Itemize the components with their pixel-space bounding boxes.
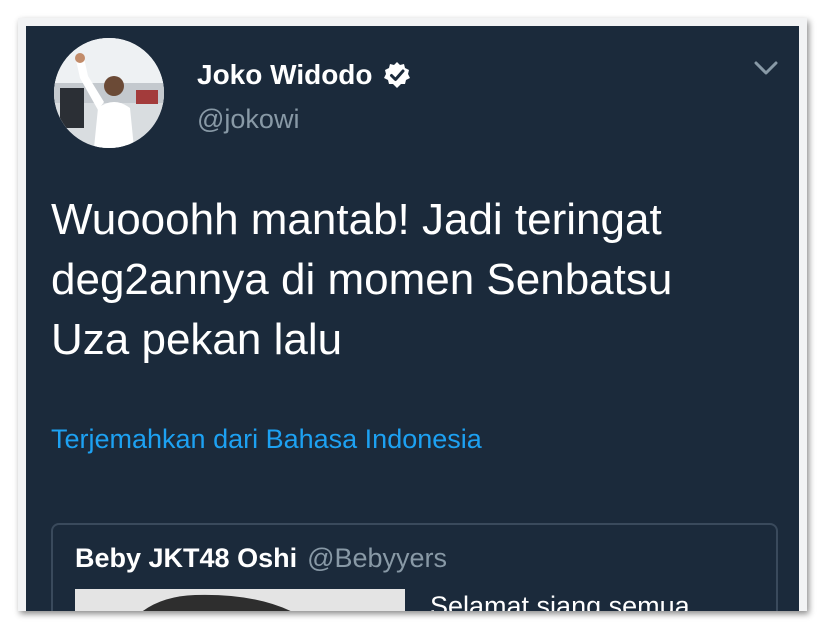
quoted-tweet-image[interactable] [75,589,405,611]
tweet-text: Wuooohh mantab! Jadi teringat deg2annya … [51,190,771,370]
verified-badge-icon [383,61,411,89]
tweet-text-line: deg2annya di momen Senbatsu [51,255,673,304]
tweet-card: Joko Widodo @jokowi Wuooohh mantab! Jadi… [26,26,799,611]
chevron-down-icon[interactable] [752,58,780,78]
author-row: Joko Widodo [197,59,411,91]
translate-link[interactable]: Terjemahkan dari Bahasa Indonesia [51,424,482,455]
quoted-tweet-header: Beby JKT48 Oshi @Bebyyers [75,543,447,574]
tweet-text-line: Uza pekan lalu [51,315,343,364]
quoted-author-name: Beby JKT48 Oshi [75,543,298,573]
quoted-tweet[interactable]: Beby JKT48 Oshi @Bebyyers Selamat siang … [51,523,778,611]
photo-frame: Joko Widodo @jokowi Wuooohh mantab! Jadi… [18,18,807,611]
avatar-image [54,38,164,148]
avatar[interactable] [54,38,164,148]
author-handle[interactable]: @jokowi [197,104,299,135]
tweet-text-line: Wuooohh mantab! Jadi teringat [51,195,662,244]
author-name[interactable]: Joko Widodo [197,59,373,91]
quoted-author-handle: @Bebyyers [307,543,448,573]
quoted-tweet-text: Selamat siang semua [430,591,690,611]
